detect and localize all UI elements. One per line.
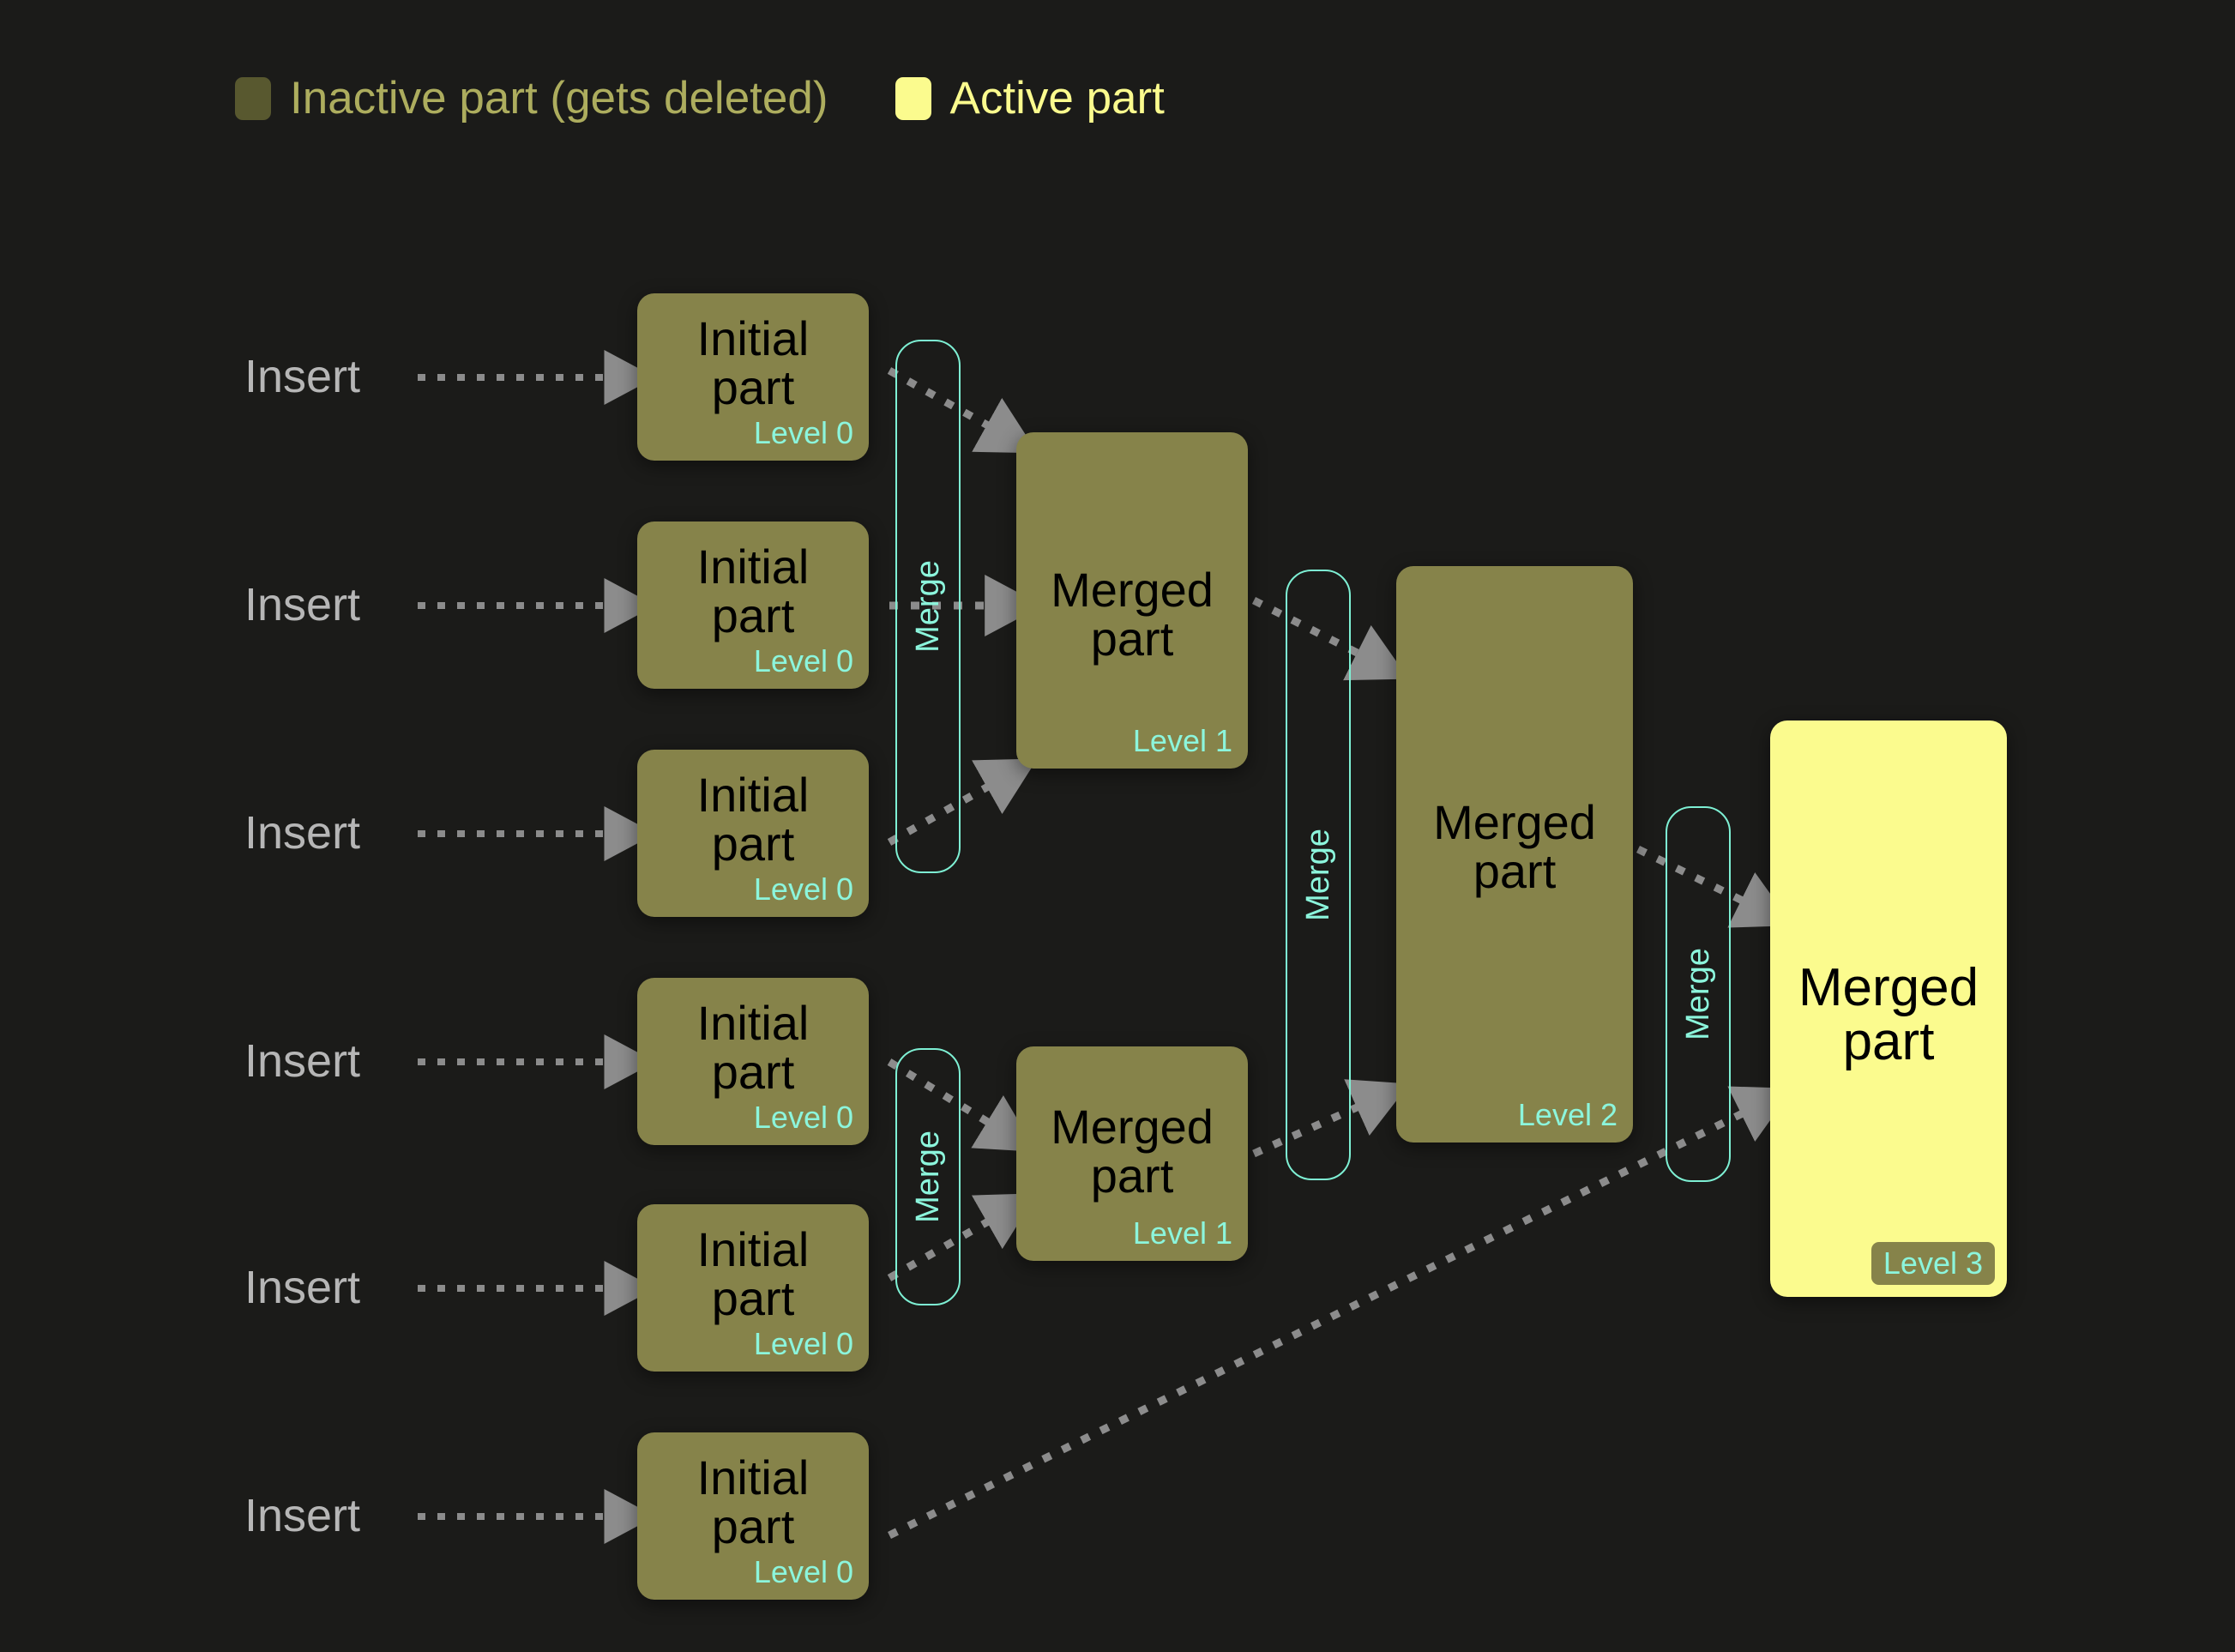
diagram-canvas: Inactive part (gets deleted) Active part xyxy=(0,0,2235,1652)
initial-part-level-1: Level 0 xyxy=(753,415,853,450)
merged-part-title-level1-top: Merged part xyxy=(1051,563,1214,666)
initial-part-title-2: Initial part xyxy=(696,540,810,643)
merged-part-title-level3: Merged part xyxy=(1798,958,1979,1072)
merge-connector-1[interactable]: Merge xyxy=(895,340,961,873)
merged-part-level-badge-3: Level 3 xyxy=(1871,1242,1995,1285)
initial-part-title-3: Initial part xyxy=(696,768,810,871)
insert-label-6: Insert xyxy=(244,1490,361,1541)
merge-connector-label-3: Merge xyxy=(1300,829,1336,921)
merge-connector-label-1: Merge xyxy=(910,560,946,653)
legend: Inactive part (gets deleted) Active part xyxy=(235,75,1165,121)
initial-part-node-5[interactable]: Initial part Level 0 xyxy=(637,1204,869,1372)
merge-connector-label-4: Merge xyxy=(1680,948,1716,1040)
merged-part-node-level2[interactable]: Merged part Level 2 xyxy=(1396,566,1633,1143)
legend-label-inactive: Inactive part (gets deleted) xyxy=(290,73,828,124)
insert-label-3: Insert xyxy=(244,807,361,859)
initial-part-level-5: Level 0 xyxy=(753,1326,853,1361)
legend-swatch-active-icon xyxy=(895,76,931,120)
legend-swatch-inactive-icon xyxy=(235,76,271,120)
initial-part-node-3[interactable]: Initial part Level 0 xyxy=(637,750,869,917)
initial-part-level-6: Level 0 xyxy=(753,1554,853,1589)
merged-part-title-level2: Merged part xyxy=(1433,795,1596,899)
initial-part-title-1: Initial part xyxy=(696,311,810,415)
merge-connector-3[interactable]: Merge xyxy=(1286,570,1351,1180)
merge-connector-4[interactable]: Merge xyxy=(1666,806,1731,1182)
initial-part-node-1[interactable]: Initial part Level 0 xyxy=(637,293,869,461)
merged-part-node-level1-bottom[interactable]: Merged part Level 1 xyxy=(1016,1046,1248,1261)
legend-entry-inactive: Inactive part (gets deleted) xyxy=(235,75,828,121)
initial-part-title-4: Initial part xyxy=(696,996,810,1100)
merge-connector-label-2: Merge xyxy=(910,1130,946,1223)
merged-part-node-level1-top[interactable]: Merged part Level 1 xyxy=(1016,432,1248,769)
insert-label-5: Insert xyxy=(244,1262,361,1313)
legend-label-active: Active part xyxy=(949,73,1165,124)
initial-part-level-2: Level 0 xyxy=(753,643,853,678)
legend-entry-active: Active part xyxy=(895,75,1165,121)
merged-part-level-label-3: Level 2 xyxy=(1517,1097,1618,1132)
insert-label-1: Insert xyxy=(244,351,361,402)
insert-label-4: Insert xyxy=(244,1035,361,1087)
merged-part-node-level3[interactable]: Merged part Level 3 xyxy=(1770,720,2007,1297)
initial-part-title-6: Initial part xyxy=(696,1450,810,1554)
insert-label-2: Insert xyxy=(244,579,361,630)
initial-part-level-3: Level 0 xyxy=(753,871,853,907)
merged-part-level-label-2: Level 1 xyxy=(1132,1215,1232,1251)
initial-part-title-5: Initial part xyxy=(696,1222,810,1326)
merge-connector-2[interactable]: Merge xyxy=(895,1048,961,1305)
initial-part-node-2[interactable]: Initial part Level 0 xyxy=(637,522,869,689)
initial-part-level-4: Level 0 xyxy=(753,1100,853,1135)
initial-part-node-6[interactable]: Initial part Level 0 xyxy=(637,1432,869,1600)
merged-part-level-label-1: Level 1 xyxy=(1132,723,1232,758)
initial-part-node-4[interactable]: Initial part Level 0 xyxy=(637,978,869,1145)
merged-part-title-level1-bottom: Merged part xyxy=(1051,1100,1214,1203)
